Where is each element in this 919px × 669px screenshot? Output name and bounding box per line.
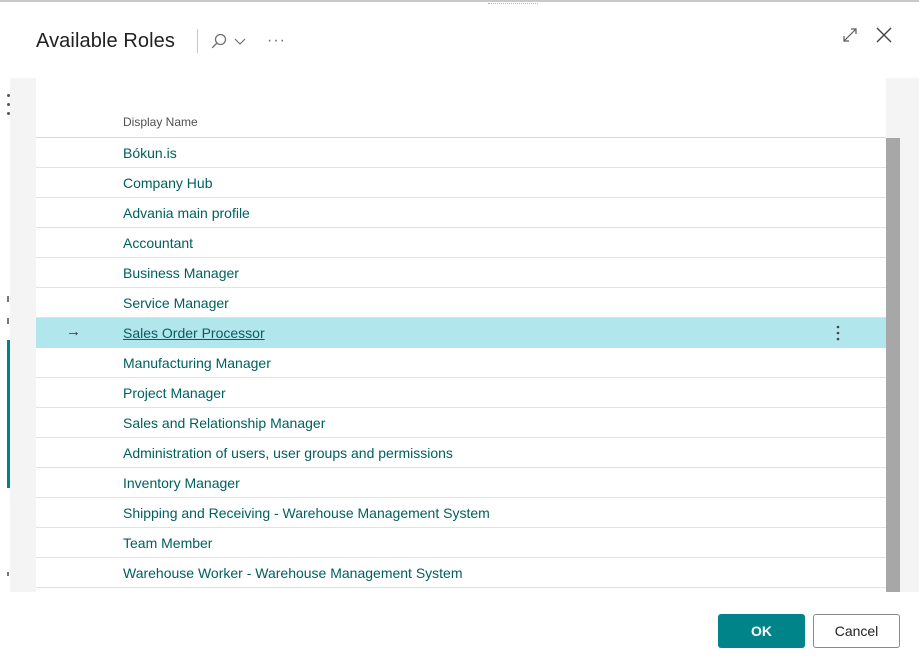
table-row[interactable]: Warehouse Worker - Warehouse Management … (36, 558, 886, 588)
header-separator (197, 29, 198, 53)
table-row[interactable]: Accountant (36, 228, 886, 258)
roles-list-panel: Display Name Bókun.is Company Hub Advania … (36, 78, 886, 592)
chevron-down-icon (234, 38, 246, 45)
role-display-name[interactable]: Bókun.is (123, 145, 177, 161)
search-button[interactable] (210, 32, 247, 50)
vertical-scrollbar[interactable] (886, 138, 900, 592)
window-controls (841, 26, 893, 49)
expand-button[interactable] (841, 26, 859, 49)
dialog-header: Available Roles ··· (36, 24, 286, 58)
role-display-name[interactable]: Advania main profile (123, 205, 250, 221)
table-row[interactable]: Project Manager (36, 378, 886, 408)
close-button[interactable] (875, 26, 893, 49)
table-row[interactable]: Team Member (36, 528, 886, 558)
role-display-name[interactable]: Administration of users, user groups and… (123, 445, 453, 461)
roles-list: Bókun.is Company Hub Advania main profile A… (36, 138, 886, 588)
table-row[interactable]: Sales and Relationship Manager (36, 408, 886, 438)
background-tick-fragment (7, 572, 9, 576)
search-icon (211, 33, 227, 49)
role-display-name[interactable]: Warehouse Worker - Warehouse Management … (123, 565, 463, 581)
role-display-name[interactable]: Project Manager (123, 385, 226, 401)
table-row[interactable]: Company Hub (36, 168, 886, 198)
cancel-button[interactable]: Cancel (813, 614, 900, 648)
arrow-right-icon: → (66, 323, 81, 340)
role-display-name[interactable]: Business Manager (123, 265, 239, 281)
role-display-name[interactable]: Shipping and Receiving - Warehouse Manag… (123, 505, 490, 521)
vertical-ellipsis-icon (836, 325, 840, 341)
expand-icon (843, 28, 857, 42)
table-row[interactable]: → Sales Order Processor (36, 318, 886, 348)
table-row[interactable]: Advania main profile (36, 198, 886, 228)
background-tick-fragment (7, 296, 9, 302)
column-header-display-name[interactable]: Display Name (123, 115, 198, 129)
more-options-button[interactable]: ··· (267, 32, 286, 50)
background-tick-fragment (7, 318, 9, 324)
role-display-name[interactable]: Service Manager (123, 295, 229, 311)
role-display-name[interactable]: Manufacturing Manager (123, 355, 271, 371)
row-actions-button[interactable] (832, 324, 844, 342)
role-display-name[interactable]: Team Member (123, 535, 212, 551)
table-row[interactable]: Shipping and Receiving - Warehouse Manag… (36, 498, 886, 528)
table-row[interactable]: Manufacturing Manager (36, 348, 886, 378)
role-display-name[interactable]: Sales Order Processor (123, 325, 265, 341)
table-row[interactable]: Inventory Manager (36, 468, 886, 498)
table-row[interactable]: Service Manager (36, 288, 886, 318)
close-icon (876, 27, 892, 43)
window-top-border (0, 0, 919, 5)
role-display-name[interactable]: Company Hub (123, 175, 213, 191)
role-display-name[interactable]: Accountant (123, 235, 193, 251)
table-row[interactable]: Administration of users, user groups and… (36, 438, 886, 468)
ok-button[interactable]: OK (718, 614, 805, 648)
table-row[interactable]: Bókun.is (36, 138, 886, 168)
role-display-name[interactable]: Inventory Manager (123, 475, 240, 491)
role-display-name[interactable]: Sales and Relationship Manager (123, 415, 325, 431)
table-row[interactable]: Business Manager (36, 258, 886, 288)
resize-grip[interactable] (488, 3, 538, 5)
dialog-title: Available Roles (36, 29, 175, 52)
